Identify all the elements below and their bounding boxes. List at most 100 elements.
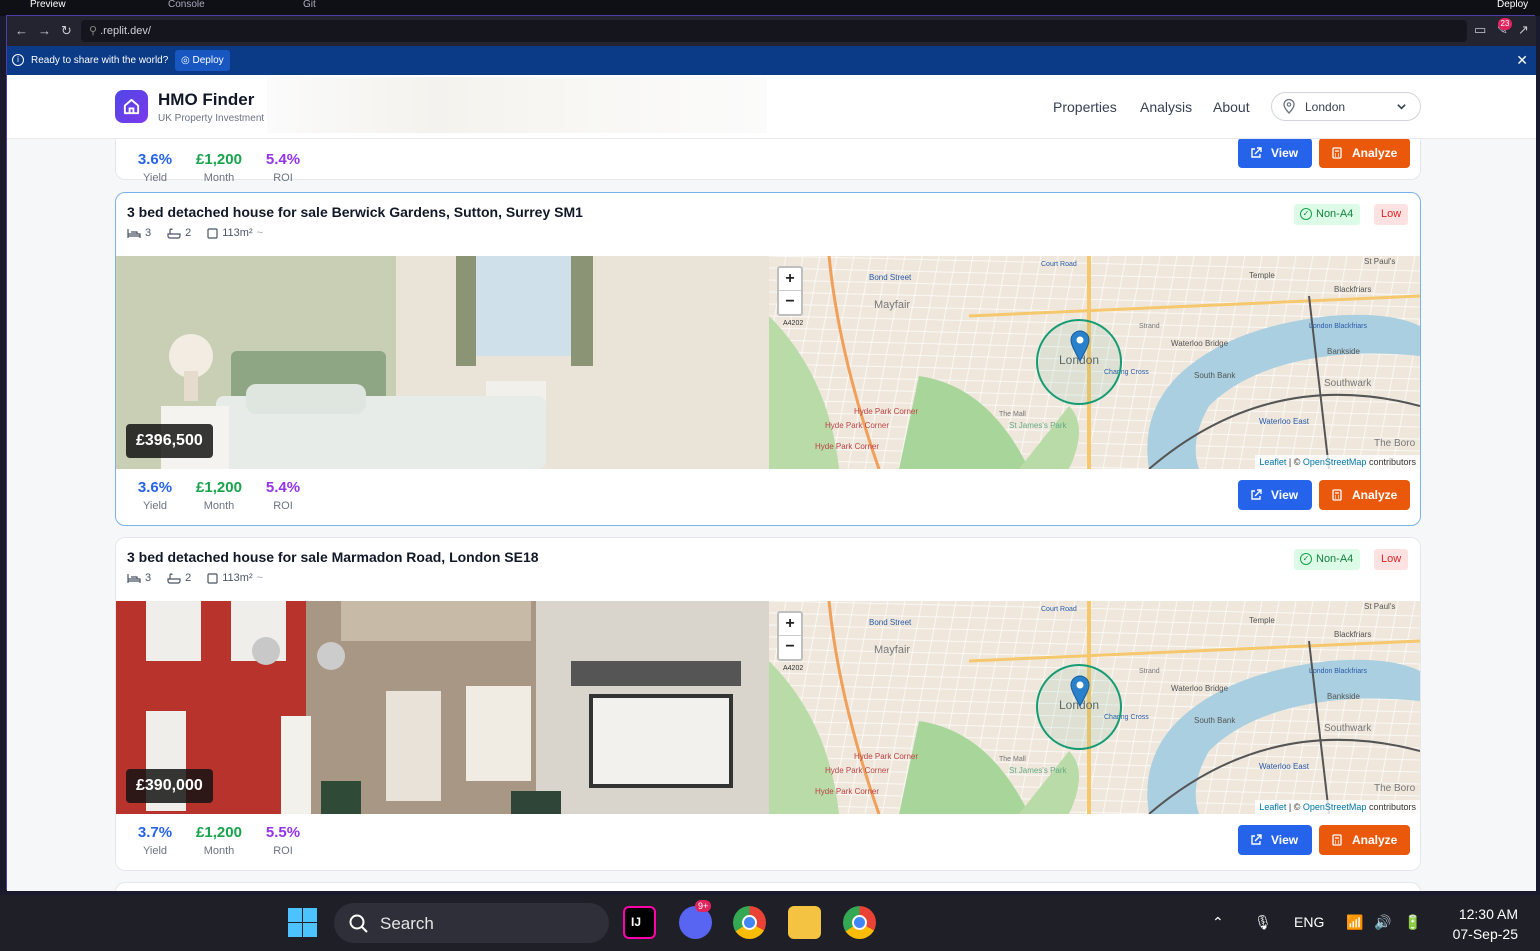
zoom-out-button[interactable]: − [779, 291, 801, 314]
back-icon[interactable]: ← [15, 23, 28, 38]
deploy-button[interactable]: ◎ Deploy [175, 50, 230, 71]
chrome-profile-icon[interactable] [843, 906, 876, 939]
reload-icon[interactable]: ↻ [61, 23, 72, 39]
map-zoom-control: + − [777, 266, 803, 316]
attrib-contrib: contributors [1368, 802, 1416, 812]
forward-icon[interactable]: → [38, 23, 51, 38]
property-card[interactable]: 3 bed detached house for sale Berwick Ga… [115, 192, 1421, 526]
analyze-label: Analyze [1352, 488, 1398, 502]
beds-count: 3 [145, 572, 152, 584]
city-value: London [1305, 100, 1346, 114]
article4-badge: ✓ Non-A4 [1294, 204, 1361, 225]
wifi-icon[interactable]: 📶 [1346, 914, 1363, 931]
house-exterior-photo [116, 601, 769, 814]
zoom-out-button[interactable]: − [779, 636, 801, 659]
property-map[interactable]: Bond StreetMayfairA4202LondonTempleBlack… [769, 256, 1420, 469]
city-select[interactable]: London [1271, 92, 1421, 121]
leaflet-link[interactable]: Leaflet [1259, 457, 1286, 467]
view-button[interactable]: View [1238, 480, 1312, 510]
nav-about[interactable]: About [1213, 99, 1250, 115]
windows-taskbar: Search IJ 9+ ⌃ 🎙 ENG 📶 🔊 🔋 12:30 AM 07-S… [0, 895, 1540, 951]
map-label: Waterloo Bridge [1171, 339, 1229, 348]
yield-stat: 3.7% Yield [126, 824, 184, 857]
chrome-icon[interactable] [733, 906, 766, 939]
map-label: South Bank [1194, 716, 1236, 725]
month-value: £1,200 [196, 479, 242, 496]
system-clock[interactable]: 12:30 AM 07-Sep-25 [1440, 904, 1518, 944]
map-label: Strand [1139, 323, 1160, 330]
property-photo[interactable]: £390,000 [116, 601, 769, 814]
view-button[interactable]: View [1238, 825, 1312, 855]
url-input[interactable]: ⚲ .replit.dev/ [81, 20, 1467, 42]
map-label: Blackfriars [1334, 285, 1371, 294]
area-value: 113m² [222, 227, 253, 239]
intellij-icon[interactable]: IJ [623, 906, 656, 939]
bed-icon [127, 573, 141, 583]
roi-stat: 5.5% ROI [254, 824, 312, 857]
microphone-icon[interactable]: 🎙 [1254, 914, 1272, 931]
clock-time: 12:30 AM [1458, 906, 1518, 922]
bath-icon [167, 572, 181, 584]
close-banner-icon[interactable]: ✕ [1516, 52, 1528, 69]
search-icon [349, 914, 368, 933]
battery-icon[interactable]: 🔋 [1404, 914, 1421, 931]
property-title[interactable]: 3 bed detached house for sale Berwick Ga… [127, 204, 583, 220]
analyze-label: Analyze [1352, 833, 1398, 847]
tab-preview[interactable]: Preview [30, 0, 66, 10]
map-label: Hyde Park Corner [815, 442, 879, 451]
map-label: London Blackfriars [1309, 668, 1367, 675]
map-label: Temple [1249, 616, 1275, 625]
property-card[interactable]: 3 bed detached house for sale Marmadon R… [115, 537, 1421, 871]
link-icon: ⚲ [89, 25, 98, 37]
volume-icon[interactable]: 🔊 [1374, 914, 1391, 931]
view-label: View [1271, 146, 1299, 160]
map-label: Bankside [1327, 692, 1360, 701]
language-indicator[interactable]: ENG [1294, 914, 1324, 930]
osm-link[interactable]: OpenStreetMap [1303, 802, 1367, 812]
view-button[interactable]: View [1238, 138, 1312, 168]
article4-label: Non-A4 [1316, 208, 1354, 220]
devices-icon[interactable]: ▭ [1474, 22, 1486, 38]
map-label: St Paul's [1364, 257, 1395, 266]
nav-properties[interactable]: Properties [1053, 99, 1117, 115]
discord-icon[interactable]: 9+ [679, 900, 712, 939]
osm-link[interactable]: OpenStreetMap [1303, 457, 1367, 467]
month-stat: £1,200 Month [184, 479, 254, 512]
map-label: Hyde Park Corner [854, 407, 918, 416]
zoom-in-button[interactable]: + [779, 613, 801, 636]
property-map[interactable]: Bond StreetMayfairA4202LondonTempleBlack… [769, 601, 1420, 814]
month-label: Month [203, 845, 235, 857]
file-explorer-icon[interactable] [788, 906, 821, 939]
external-link-icon [1251, 147, 1262, 158]
windows-start-icon[interactable] [286, 906, 319, 939]
app-logo[interactable] [115, 90, 148, 123]
map-label: A4202 [783, 320, 803, 327]
beds-count: 3 [145, 227, 152, 239]
calculator-icon [1332, 834, 1342, 846]
open-external-icon[interactable]: ↗ [1518, 22, 1529, 38]
property-photo[interactable]: £396,500 [116, 256, 769, 469]
map-label: The Boro [1374, 438, 1416, 449]
map-label: Hyde Park Corner [815, 787, 879, 796]
top-deploy-button[interactable]: Deploy [1497, 0, 1528, 10]
check-circle-icon: ✓ [1300, 208, 1312, 220]
tab-console[interactable]: Console [168, 0, 205, 10]
leaflet-link[interactable]: Leaflet [1259, 802, 1286, 812]
map-label: Waterloo East [1259, 417, 1310, 426]
nav-analysis[interactable]: Analysis [1140, 99, 1192, 115]
tab-git[interactable]: Git [303, 0, 316, 10]
analyze-label: Analyze [1352, 146, 1398, 160]
roi-stat: 5.4% ROI [254, 151, 312, 184]
property-title[interactable]: 3 bed detached house for sale Marmadon R… [127, 549, 539, 565]
month-label: Month [203, 500, 235, 512]
zoom-in-button[interactable]: + [779, 268, 801, 291]
analyze-button[interactable]: Analyze [1319, 825, 1410, 855]
map-label: Waterloo Bridge [1171, 684, 1229, 693]
yield-value: 3.6% [137, 151, 173, 168]
analyze-button[interactable]: Analyze [1319, 138, 1410, 168]
taskbar-search[interactable]: Search [334, 903, 609, 943]
analyze-button[interactable]: Analyze [1319, 480, 1410, 510]
show-hidden-icons-icon[interactable]: ⌃ [1212, 914, 1224, 931]
search-label: Search [380, 914, 434, 933]
baths-count: 2 [185, 227, 192, 239]
